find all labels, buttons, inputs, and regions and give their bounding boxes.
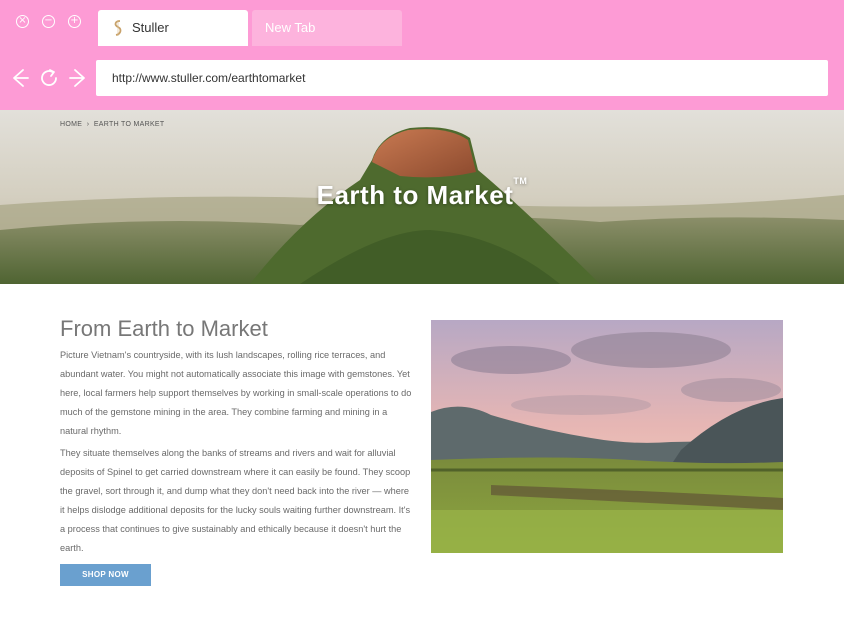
address-bar[interactable]: http://www.stuller.com/earthtomarket <box>96 60 828 96</box>
breadcrumb-separator-icon: › <box>84 121 92 128</box>
page-title: Earth to MarketTM <box>0 176 844 211</box>
breadcrumb-home[interactable]: HOME <box>60 121 82 128</box>
rice-field-sunset-image <box>431 320 783 553</box>
tab-label: Stuller <box>132 20 169 35</box>
tab-new-tab[interactable]: New Tab <box>252 10 402 46</box>
hero-banner: HOME › EARTH TO MARKET Earth to MarketTM <box>0 110 844 284</box>
process-paragraph: They situate themselves along the banks … <box>60 448 411 553</box>
stuller-logo-icon <box>114 20 122 36</box>
intro-paragraph: Picture Vietnam's countryside, with its … <box>60 350 412 436</box>
section-heading: From Earth to Market <box>60 316 268 341</box>
shop-now-button[interactable]: SHOP NOW <box>60 564 151 586</box>
url-text: http://www.stuller.com/earthtomarket <box>112 71 306 85</box>
tab-label: New Tab <box>265 20 316 35</box>
rice-field-photo <box>431 320 783 553</box>
web-page: HOME › EARTH TO MARKET Earth to MarketTM… <box>0 110 844 632</box>
back-arrow-icon[interactable] <box>9 67 31 89</box>
reload-icon[interactable] <box>38 67 60 89</box>
trademark-symbol: TM <box>513 176 528 186</box>
maximize-window-icon[interactable]: + <box>68 15 81 28</box>
minimize-window-icon[interactable]: − <box>42 15 55 28</box>
tab-stuller[interactable]: Stuller <box>98 10 248 46</box>
close-window-icon[interactable]: × <box>16 15 29 28</box>
browser-chrome: × − + Stuller New Tab http://www.stuller… <box>0 0 844 110</box>
breadcrumb-current: EARTH TO MARKET <box>93 121 165 128</box>
tab-bar: × − + Stuller New Tab <box>0 0 844 46</box>
breadcrumb: HOME › EARTH TO MARKET <box>60 121 164 128</box>
toolbar: http://www.stuller.com/earthtomarket <box>0 46 844 110</box>
page-title-text: Earth to Market <box>316 180 514 210</box>
forward-arrow-icon[interactable] <box>67 67 89 89</box>
